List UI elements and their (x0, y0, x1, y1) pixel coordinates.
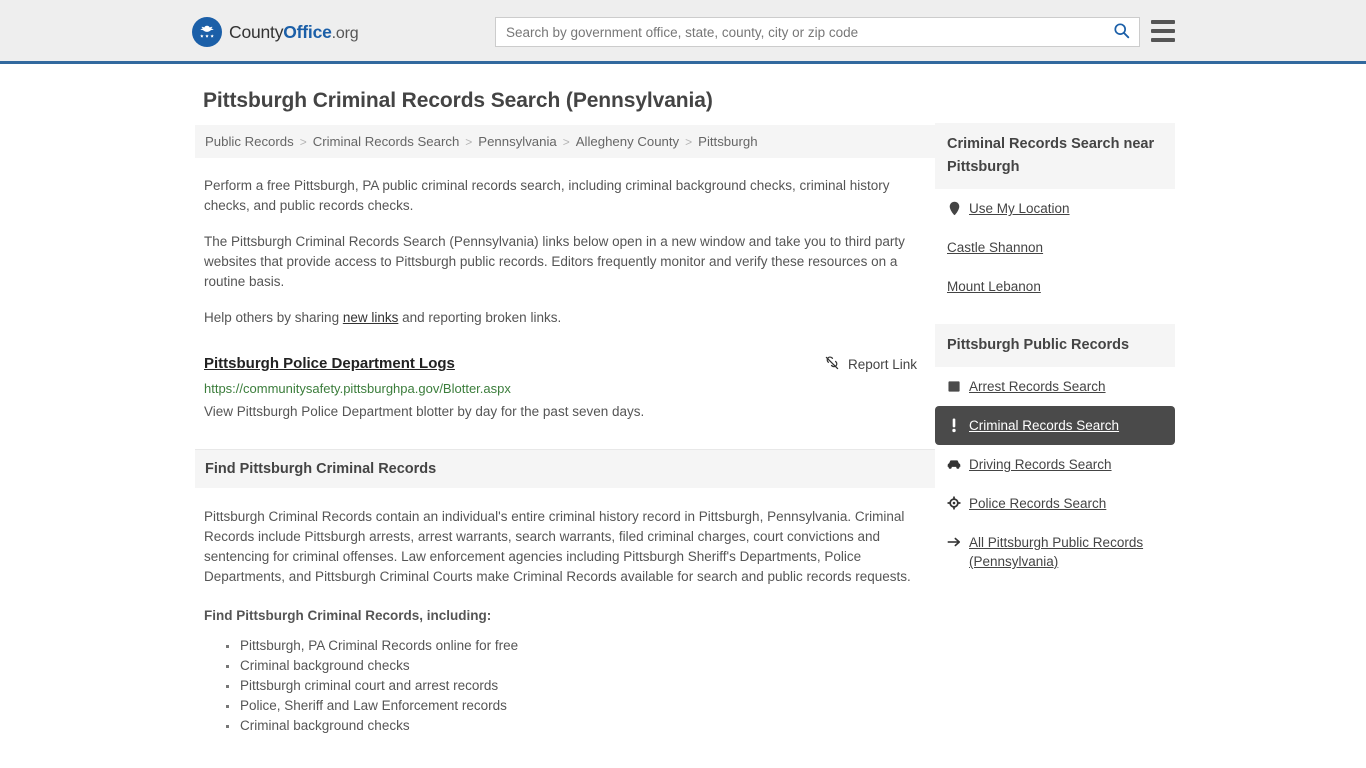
find-records-section: Find Pittsburgh Criminal Records Pittsbu… (195, 450, 935, 736)
site-logo[interactable]: CountyOffice.org (192, 17, 359, 47)
public-records-heading: Pittsburgh Public Records (935, 324, 1175, 367)
breadcrumb-item-pittsburgh[interactable]: Pittsburgh (698, 134, 757, 149)
intro-paragraph-2: The Pittsburgh Criminal Records Search (… (204, 234, 905, 289)
records-bullet-list: Pittsburgh, PA Criminal Records online f… (204, 636, 926, 736)
all-public-records-link[interactable]: All Pittsburgh Public Records (Pennsylva… (969, 533, 1163, 571)
sidebar-item-arrest-records-search[interactable]: Arrest Records Search (935, 367, 1175, 406)
result-title-link[interactable]: Pittsburgh Police Department Logs (204, 354, 455, 374)
broken-link-icon (824, 355, 840, 374)
logo-text-county: County (229, 21, 284, 42)
near-pittsburgh-heading: Criminal Records Search near Pittsburgh (935, 123, 1175, 189)
police-records-search-link[interactable]: Police Records Search (969, 494, 1106, 513)
hamburger-bar (1151, 29, 1175, 33)
castle-shannon-link[interactable]: Castle Shannon (947, 238, 1043, 257)
sidebar-item-criminal-records-search[interactable]: Criminal Records Search (935, 406, 1175, 445)
car-icon (947, 456, 961, 472)
arrest-records-search-link[interactable]: Arrest Records Search (969, 377, 1106, 396)
list-item: Criminal background checks (226, 656, 926, 676)
hamburger-bar (1151, 20, 1175, 24)
near-pittsburgh-card: Criminal Records Search near Pittsburgh … (935, 123, 1175, 306)
share-text-before: Help others by sharing (204, 310, 343, 325)
result-header-row: Pittsburgh Police Department Logs Report… (204, 354, 926, 374)
use-my-location-link[interactable]: Use My Location (969, 199, 1070, 218)
list-item: Pittsburgh, PA Criminal Records online f… (226, 636, 926, 656)
search-button[interactable] (1103, 18, 1139, 46)
sidebar-item-mount-lebanon[interactable]: Mount Lebanon (935, 267, 1175, 306)
sidebar-item-all-public-records[interactable]: All Pittsburgh Public Records (Pennsylva… (935, 523, 1175, 581)
hamburger-menu-icon[interactable] (1151, 20, 1175, 42)
site-header: CountyOffice.org (0, 0, 1366, 64)
breadcrumb-separator: > (299, 134, 307, 149)
map-pin-icon (947, 200, 961, 216)
breadcrumb-separator: > (465, 134, 473, 149)
result-item: Pittsburgh Police Department Logs Report… (195, 354, 935, 422)
new-links-link[interactable]: new links (343, 310, 399, 325)
list-item: Criminal background checks (226, 716, 926, 736)
arrow-right-icon (947, 534, 961, 550)
share-text-after: and reporting broken links. (398, 310, 562, 325)
result-url[interactable]: https://communitysafety.pittsburghpa.gov… (204, 380, 926, 398)
list-item: Police, Sheriff and Law Enforcement reco… (226, 696, 926, 716)
section-sub-heading: Find Pittsburgh Criminal Records, includ… (204, 608, 492, 623)
breadcrumb-item-public-records[interactable]: Public Records (205, 134, 294, 149)
search-bar (495, 17, 1140, 47)
section-heading: Find Pittsburgh Criminal Records (195, 450, 935, 488)
section-body: Pittsburgh Criminal Records contain an i… (195, 507, 935, 736)
page-title: Pittsburgh Criminal Records Search (Penn… (203, 89, 713, 112)
public-records-card: Pittsburgh Public Records Arrest Records… (935, 324, 1175, 581)
section-paragraph: Pittsburgh Criminal Records contain an i… (204, 509, 911, 584)
intro-paragraph-1: Perform a free Pittsburgh, PA public cri… (204, 178, 890, 213)
sidebar-item-driving-records-search[interactable]: Driving Records Search (935, 445, 1175, 484)
police-badge-icon (947, 495, 961, 511)
logo-wordmark: CountyOffice.org (229, 21, 359, 43)
criminal-records-search-link[interactable]: Criminal Records Search (969, 416, 1119, 435)
breadcrumb-separator: > (562, 134, 570, 149)
logo-text-office: Office (283, 21, 332, 42)
sidebar-item-castle-shannon[interactable]: Castle Shannon (935, 228, 1175, 267)
sidebar: Criminal Records Search near Pittsburgh … (935, 123, 1175, 599)
near-pittsburgh-list: Use My Location Castle Shannon Mount Leb… (935, 189, 1175, 306)
report-link-button[interactable]: Report Link (824, 355, 926, 374)
eagle-seal-icon (192, 17, 222, 47)
breadcrumb-item-pennsylvania[interactable]: Pennsylvania (478, 134, 556, 149)
mount-lebanon-link[interactable]: Mount Lebanon (947, 277, 1041, 296)
fingerprint-icon (947, 378, 961, 394)
driving-records-search-link[interactable]: Driving Records Search (969, 455, 1112, 474)
breadcrumb-item-criminal-records-search[interactable]: Criminal Records Search (313, 134, 460, 149)
list-item: Pittsburgh criminal court and arrest rec… (226, 676, 926, 696)
public-records-list: Arrest Records Search Criminal Records S… (935, 367, 1175, 581)
logo-text-org: .org (331, 24, 359, 42)
sidebar-item-police-records-search[interactable]: Police Records Search (935, 484, 1175, 523)
report-link-label: Report Link (847, 357, 917, 372)
intro-paragraph-3: Help others by sharing new links and rep… (204, 308, 926, 328)
breadcrumb: Public Records > Criminal Records Search… (195, 125, 935, 158)
sidebar-item-use-my-location[interactable]: Use My Location (935, 189, 1175, 228)
hamburger-bar (1151, 38, 1175, 42)
exclamation-icon (947, 417, 961, 433)
breadcrumb-separator: > (685, 134, 693, 149)
main-content: Public Records > Criminal Records Search… (195, 125, 935, 736)
intro-copy: Perform a free Pittsburgh, PA public cri… (195, 176, 935, 328)
result-description: View Pittsburgh Police Department blotte… (204, 404, 645, 419)
breadcrumb-item-allegheny-county[interactable]: Allegheny County (576, 134, 679, 149)
search-icon (1113, 22, 1130, 42)
search-input[interactable] (496, 18, 1103, 46)
